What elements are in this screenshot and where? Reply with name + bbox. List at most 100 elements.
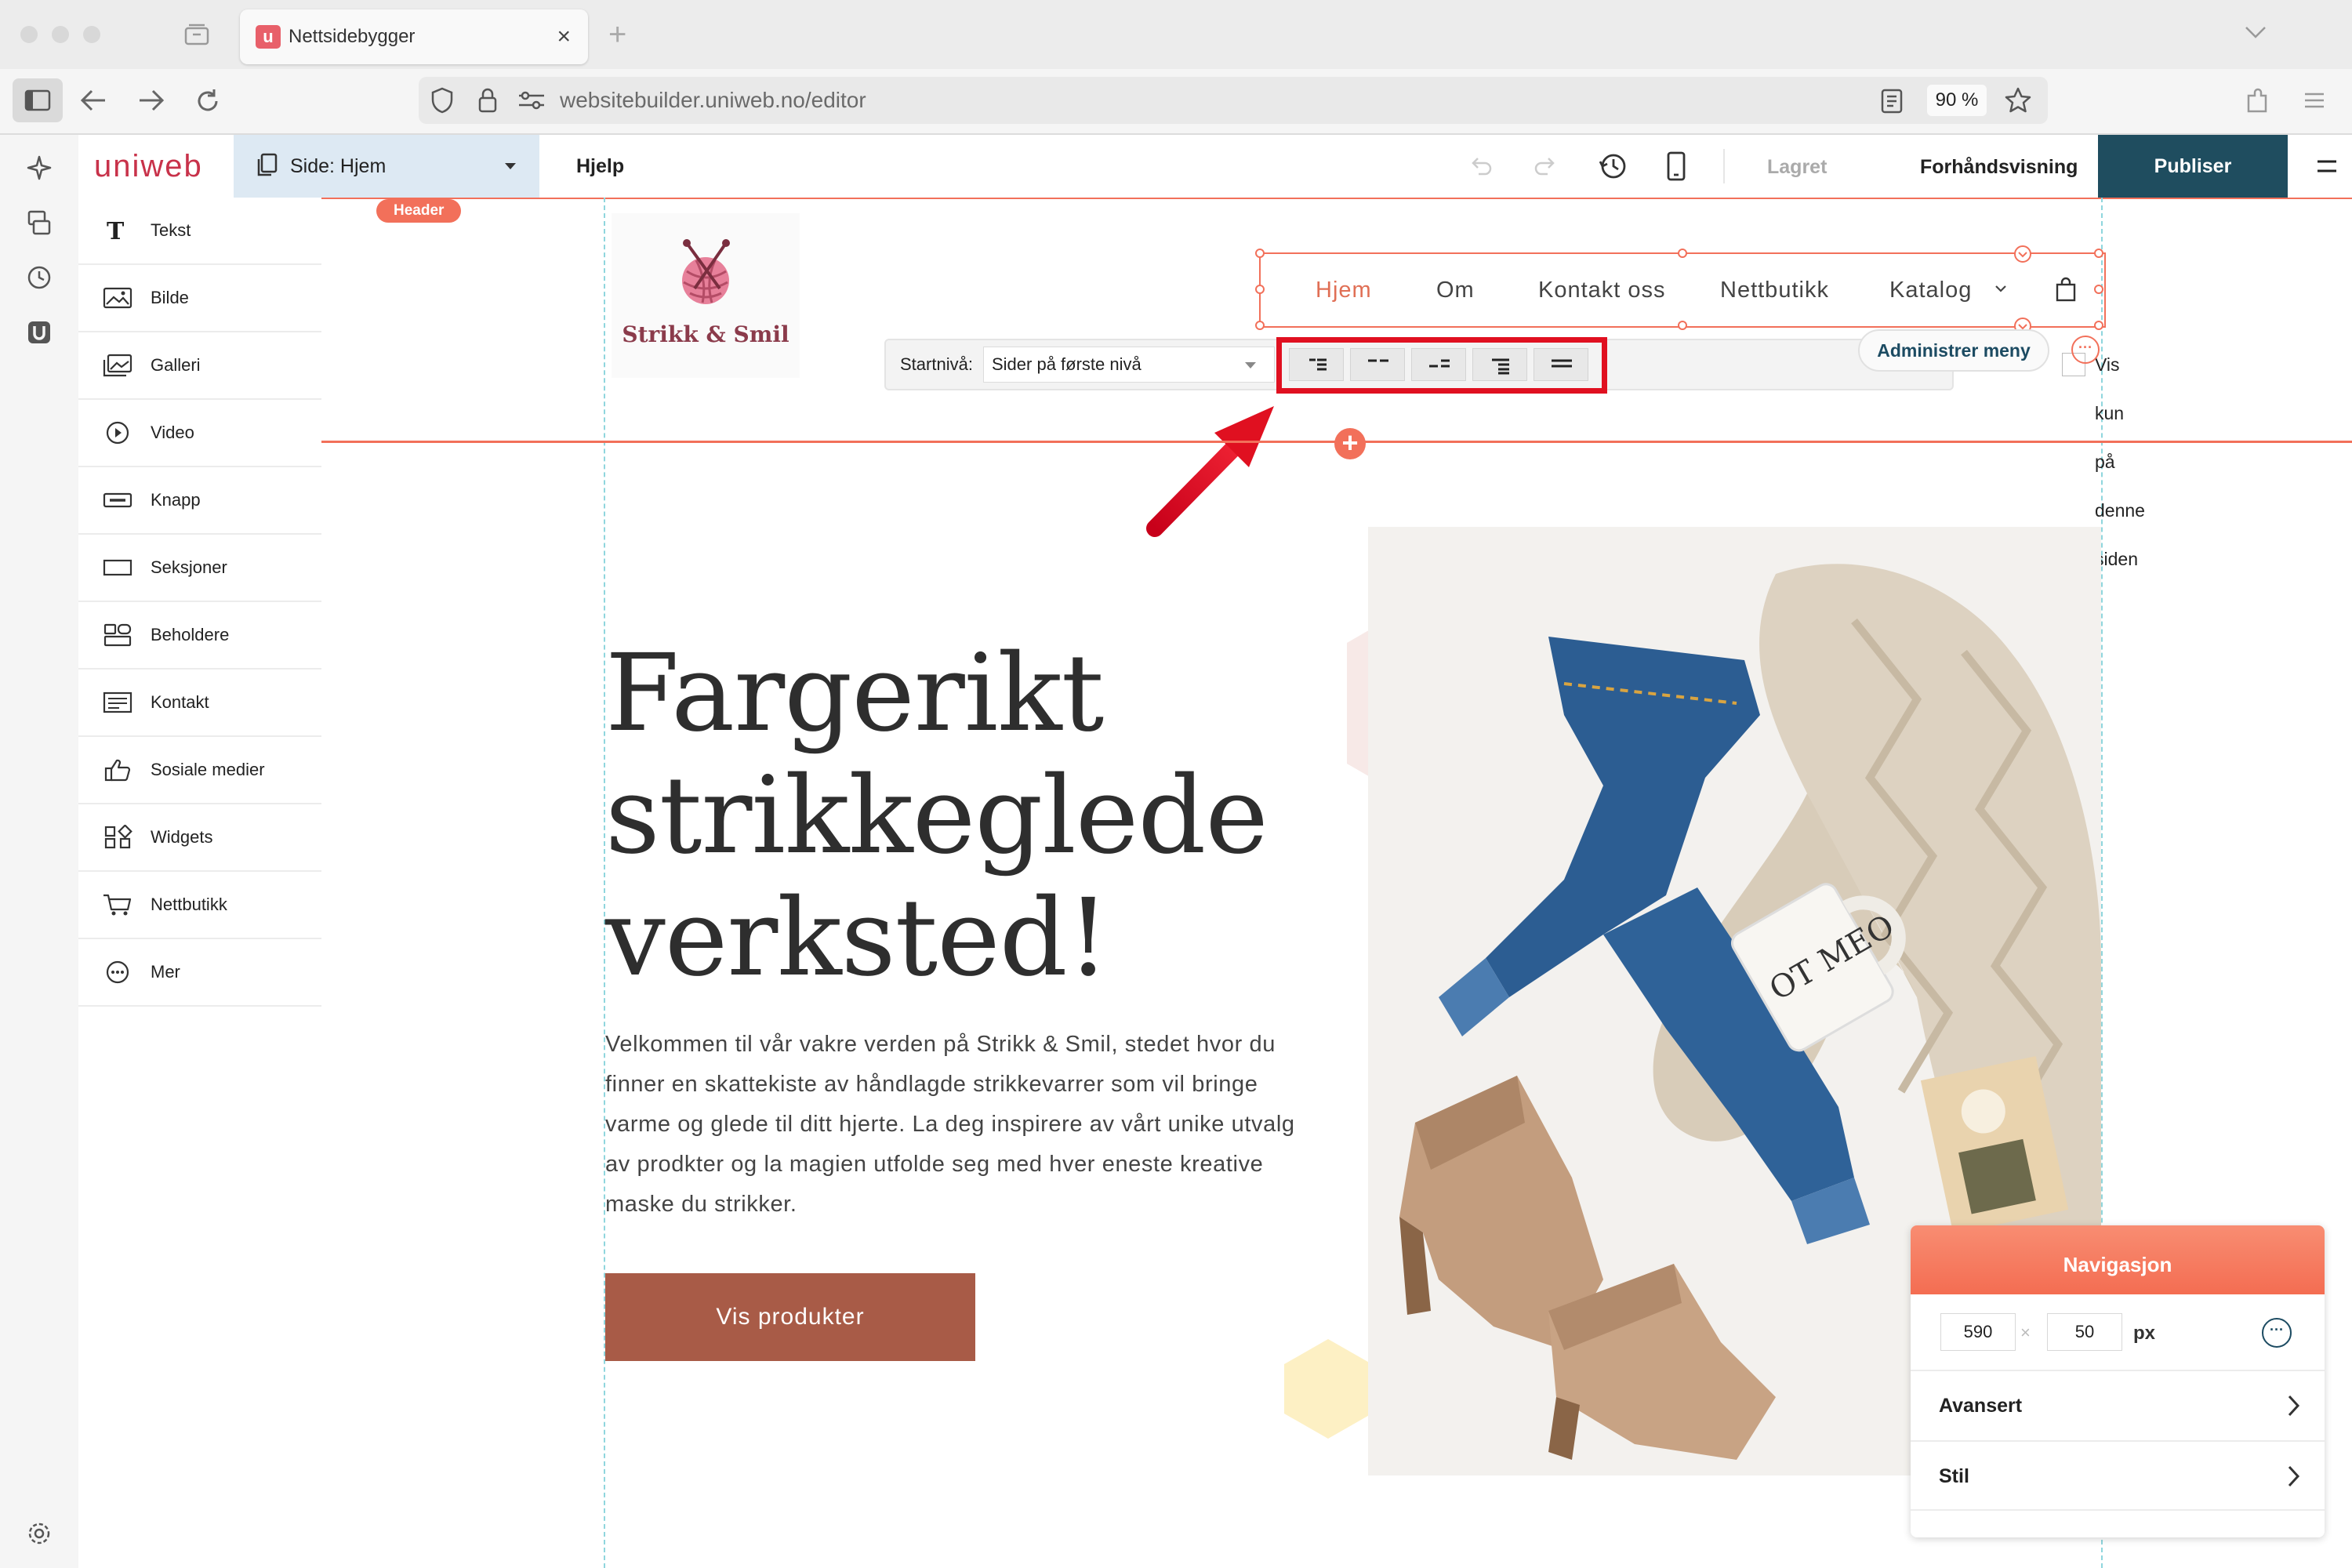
element-item-webshop[interactable]: Nettbutikk [78, 872, 321, 939]
element-item-widgets[interactable]: Widgets [78, 804, 321, 872]
annotation-arrow [1133, 392, 1290, 541]
start-level-select[interactable]: Sider på første nivå [983, 347, 1275, 383]
image-icon [102, 285, 133, 310]
forward-arrow-icon[interactable] [135, 86, 166, 114]
navigation-menu[interactable]: Hjem Om Kontakt oss Nettbutikk Katalog [1255, 245, 2106, 335]
tab-overview-icon[interactable] [183, 22, 210, 47]
width-input[interactable]: 590 [1940, 1313, 2016, 1351]
element-item-containers[interactable]: Beholdere [78, 602, 321, 670]
window-zoom-dot[interactable] [83, 26, 100, 43]
contact-icon [102, 690, 133, 715]
window-close-dot[interactable] [20, 26, 38, 43]
add-section-icon[interactable]: + [1334, 428, 1366, 459]
url-text: websitebuilder.uniweb.no/editor [560, 88, 866, 112]
resize-handle[interactable] [2094, 285, 2103, 294]
history-clock-icon[interactable] [25, 263, 53, 292]
resize-handle[interactable] [1255, 321, 1265, 330]
resize-handle[interactable] [2094, 321, 2103, 330]
header-section-badge[interactable]: Header [376, 199, 462, 223]
element-item-gallery[interactable]: Galleri [78, 332, 321, 400]
undo-icon[interactable] [1466, 152, 1494, 180]
properties-row-advanced[interactable]: Avansert [1911, 1370, 2325, 1440]
properties-panel-title[interactable]: Navigasjon [1911, 1225, 2325, 1294]
window-minimize-dot[interactable] [52, 26, 69, 43]
shield-icon[interactable] [430, 86, 455, 114]
publish-button[interactable]: Publiser [2098, 135, 2288, 198]
element-item-label: Kontakt [151, 692, 209, 712]
element-item-label: Sosiale medier [151, 760, 265, 779]
manage-menu-button[interactable]: Administrer meny [1858, 329, 2049, 372]
browser-toolbar: websitebuilder.uniweb.no/editor 90 % [0, 69, 2352, 135]
element-item-button[interactable]: Knapp [78, 467, 321, 535]
zoom-level-badge[interactable]: 90 % [1927, 85, 1987, 116]
resize-handle[interactable] [1678, 249, 1687, 258]
resize-handle[interactable] [1678, 321, 1687, 330]
site-logo[interactable]: Strikk & Smil [612, 213, 800, 378]
resize-handle[interactable] [2094, 249, 2103, 258]
synced-tabs-icon[interactable] [25, 209, 53, 237]
reader-view-icon[interactable] [1880, 88, 1904, 114]
element-item-label: Tekst [151, 220, 191, 240]
nav-link-catalog[interactable]: Katalog [1889, 254, 1972, 326]
containers-icon [102, 622, 133, 648]
help-link[interactable]: Hjelp [576, 135, 624, 198]
bookmark-star-icon[interactable] [2004, 86, 2032, 114]
shopping-bag-icon[interactable] [2054, 276, 2078, 303]
element-item-sections[interactable]: Seksjoner [78, 535, 321, 602]
cart-icon [102, 892, 133, 917]
site-settings-icon[interactable] [517, 89, 546, 111]
element-item-image[interactable]: Bilde [78, 265, 321, 332]
toolbar-divider [1723, 149, 1725, 183]
nav-link-about[interactable]: Om [1436, 254, 1475, 326]
button-icon [102, 488, 133, 513]
redo-icon[interactable] [1532, 152, 1560, 180]
element-item-label: Galleri [151, 355, 201, 375]
element-item-more[interactable]: Mer [78, 939, 321, 1007]
element-item-social[interactable]: Sosiale medier [78, 737, 321, 804]
more-options-icon[interactable]: ··· [2262, 1318, 2292, 1348]
nav-link-webshop[interactable]: Nettbutikk [1720, 254, 1829, 326]
back-arrow-icon[interactable] [78, 86, 110, 114]
uniweb-extension-icon[interactable] [25, 318, 53, 347]
element-item-video[interactable]: Video [78, 400, 321, 467]
settings-gear-icon[interactable] [25, 1519, 53, 1548]
resize-handle[interactable] [1255, 249, 1265, 258]
collapse-toggle-icon[interactable] [2013, 245, 2032, 263]
caret-down-icon [1243, 360, 1258, 371]
hero-body-text[interactable]: Velkommen til vår vakre verden på Strikk… [605, 1025, 1295, 1225]
tab-close-icon[interactable]: × [557, 9, 571, 64]
page-selector[interactable]: Side: Hjem [234, 135, 539, 198]
nav-link-home[interactable]: Hjem [1316, 254, 1372, 326]
height-input[interactable]: 50 [2047, 1313, 2122, 1351]
revision-history-icon[interactable] [1598, 151, 1629, 182]
app-menu-icon[interactable] [2302, 88, 2327, 113]
new-tab-icon[interactable]: + [608, 17, 626, 53]
element-item-label: Bilde [151, 288, 189, 307]
ai-sparkle-icon[interactable] [25, 154, 53, 182]
element-item-contact[interactable]: Kontakt [78, 670, 321, 737]
element-item-text[interactable]: T Tekst [78, 198, 321, 265]
tab-list-chevron-icon[interactable] [2244, 24, 2267, 41]
resize-handle[interactable] [1255, 285, 1265, 294]
mobile-view-icon[interactable] [1665, 151, 1687, 182]
navigation-properties-panel: Navigasjon 590 × 50 px ··· Avansert Stil [1911, 1225, 2325, 1537]
nav-link-contact[interactable]: Kontakt oss [1538, 254, 1666, 326]
reload-icon[interactable] [193, 86, 223, 116]
editor-menu-icon[interactable] [2302, 135, 2352, 198]
address-bar[interactable]: websitebuilder.uniweb.no/editor 90 % [419, 77, 2048, 124]
more-options-icon[interactable]: ··· [2071, 336, 2100, 364]
hexagon-decoration [1281, 1336, 1375, 1442]
tab-title: Nettsidebygger [289, 26, 416, 47]
view-products-button[interactable]: Vis produkter [605, 1273, 975, 1361]
browser-tab[interactable]: u Nettsidebygger × [240, 9, 588, 64]
chevron-right-icon [2285, 1464, 2301, 1489]
sidebar-toggle-icon[interactable] [13, 78, 63, 122]
hero-title[interactable]: Fargerikt strikkeglede verksted! [605, 633, 1311, 1000]
unit-label: px [2133, 1323, 2156, 1344]
elements-panel: T Tekst Bilde Galleri Video Knapp Seksjo… [78, 198, 323, 1568]
properties-row-style[interactable]: Stil [1911, 1440, 2325, 1511]
browser-sidebar [0, 135, 80, 1568]
element-item-label: Seksjoner [151, 557, 227, 577]
preview-button[interactable]: Forhåndsvisning [1920, 135, 2078, 198]
extensions-icon[interactable] [2244, 86, 2270, 114]
